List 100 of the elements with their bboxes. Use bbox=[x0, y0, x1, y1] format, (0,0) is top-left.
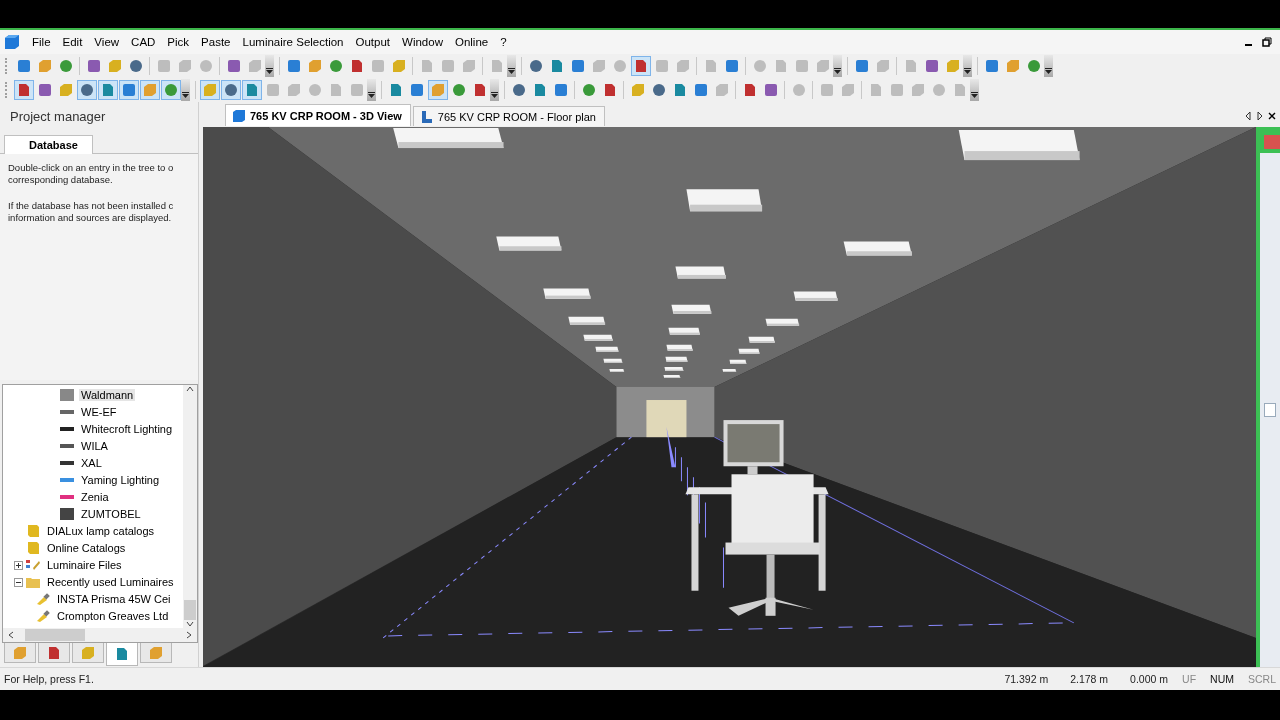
circle-icon bbox=[198, 59, 213, 73]
cube-icon bbox=[13, 645, 27, 660]
toolbar-button[interactable] bbox=[118, 80, 139, 100]
room-3d-drawing[interactable] bbox=[203, 127, 1256, 667]
menu-item[interactable]: Output bbox=[349, 34, 397, 50]
scroll-right-icon[interactable] bbox=[185, 631, 193, 640]
key-indicator: SCRL bbox=[1248, 673, 1276, 685]
caret-icon bbox=[508, 68, 515, 74]
toolbar-button[interactable] bbox=[630, 56, 651, 76]
page-icon bbox=[952, 83, 967, 97]
circle-icon bbox=[581, 83, 596, 97]
tree-item[interactable]: Zenia bbox=[79, 491, 111, 504]
toolbar-overflow-button[interactable] bbox=[507, 55, 516, 77]
menu-item[interactable]: Edit bbox=[56, 34, 89, 50]
status-text: For Help, press F1. bbox=[4, 673, 94, 685]
cube-icon bbox=[307, 59, 322, 73]
cube-icon bbox=[37, 59, 52, 73]
document-tab[interactable]: 765 KV CRP ROOM - Floor plan bbox=[412, 106, 605, 126]
menu-item[interactable]: Luminaire Selection bbox=[236, 34, 350, 50]
panel-tab[interactable] bbox=[106, 643, 138, 667]
square-icon bbox=[654, 59, 669, 73]
cube-icon bbox=[675, 59, 690, 73]
horizontal-scrollbar[interactable] bbox=[3, 628, 197, 643]
toolbar-button[interactable] bbox=[13, 80, 34, 100]
scroll-left-icon[interactable] bbox=[7, 631, 15, 640]
tree-item[interactable]: Whitecroft Lighting bbox=[79, 423, 175, 436]
toolbar-overflow-button[interactable] bbox=[1044, 55, 1053, 77]
help-text: Double-click on an entry in the tree to o bbox=[8, 161, 175, 174]
tree-item[interactable]: Waldmann bbox=[79, 389, 136, 402]
toolbar-overflow-button[interactable] bbox=[833, 55, 842, 77]
coordinate-readout: 71.392 m bbox=[1004, 673, 1049, 685]
page-icon bbox=[532, 83, 547, 97]
tree-item[interactable]: XAL bbox=[79, 457, 104, 470]
cube-icon bbox=[1005, 59, 1020, 73]
document-tab[interactable]: 765 KV CRP ROOM - 3D View bbox=[225, 104, 411, 126]
square-icon bbox=[226, 59, 241, 73]
folder-icon bbox=[25, 575, 41, 590]
toolbar-overflow-button[interactable] bbox=[265, 55, 274, 77]
tree-item[interactable]: Recently used Luminaires bbox=[45, 576, 176, 589]
tree-item[interactable]: ZUMTOBEL bbox=[79, 508, 143, 521]
square-icon bbox=[370, 59, 385, 73]
tree-item[interactable]: Online Catalogs bbox=[45, 542, 128, 555]
toolbar-button[interactable] bbox=[220, 80, 241, 100]
toolbar-overflow-button[interactable] bbox=[490, 79, 499, 101]
menu-item[interactable]: Pick bbox=[161, 34, 196, 50]
tree-item[interactable]: Yaming Lighting bbox=[79, 474, 162, 487]
caret-icon bbox=[266, 68, 273, 74]
expand-icon[interactable] bbox=[14, 560, 23, 570]
cube-icon bbox=[177, 59, 192, 73]
panel-tab[interactable]: Database bbox=[4, 134, 93, 154]
panel-tab[interactable] bbox=[38, 643, 70, 664]
menu-item[interactable]: Window bbox=[396, 34, 449, 50]
menu-item[interactable]: View bbox=[88, 34, 126, 50]
collapse-icon[interactable] bbox=[14, 577, 23, 587]
square-icon bbox=[889, 83, 904, 97]
toolbar-button[interactable] bbox=[76, 80, 97, 100]
menu-item[interactable]: File bbox=[26, 34, 57, 50]
cube-icon bbox=[232, 108, 246, 123]
tree-item[interactable]: WILA bbox=[79, 440, 110, 453]
page-icon bbox=[100, 83, 115, 97]
square-icon bbox=[763, 83, 778, 97]
menu-item[interactable]: CAD bbox=[125, 34, 162, 50]
toolbar-overflow-button[interactable] bbox=[963, 55, 972, 77]
menu-item[interactable]: Online bbox=[448, 34, 495, 50]
square-icon bbox=[794, 59, 809, 73]
toolbar-overflow-button[interactable] bbox=[367, 79, 376, 101]
restore-icon[interactable] bbox=[1262, 37, 1272, 47]
cube-icon bbox=[81, 645, 95, 660]
cube-icon bbox=[840, 83, 855, 97]
coordinate-readout: 2.178 m bbox=[1070, 673, 1109, 685]
caret-icon bbox=[491, 92, 498, 98]
caret-icon bbox=[368, 92, 375, 98]
page-icon bbox=[672, 83, 687, 97]
toolbar-overflow-button[interactable] bbox=[970, 79, 979, 101]
scroll-up-icon[interactable] bbox=[186, 384, 194, 393]
circle-icon bbox=[163, 83, 178, 97]
menu-item[interactable]: ? bbox=[494, 34, 513, 50]
scrollbar-thumb[interactable] bbox=[25, 629, 85, 642]
scroll-left-icon[interactable] bbox=[1244, 111, 1252, 121]
toolbar-button[interactable] bbox=[97, 80, 118, 100]
vertical-scrollbar[interactable] bbox=[183, 384, 197, 629]
cube-icon bbox=[910, 83, 925, 97]
scroll-down-icon[interactable] bbox=[186, 620, 194, 629]
tree-item[interactable]: Crompton Greaves Ltd bbox=[55, 610, 171, 623]
toolbar-overflow-button[interactable] bbox=[181, 79, 190, 101]
page-icon bbox=[419, 59, 434, 73]
menu-item[interactable]: Paste bbox=[195, 34, 237, 50]
tree-item[interactable]: WE-EF bbox=[79, 406, 119, 419]
spotlight-icon bbox=[35, 592, 51, 607]
circle-icon bbox=[931, 83, 946, 97]
l-shape-icon bbox=[419, 109, 434, 124]
square-icon bbox=[924, 59, 939, 73]
tree-item[interactable]: Luminaire Files bbox=[45, 559, 124, 572]
cube-icon bbox=[461, 59, 476, 73]
key-indicator: UF bbox=[1182, 673, 1197, 685]
scroll-right-icon[interactable] bbox=[1256, 111, 1264, 121]
scrollbar-thumb[interactable] bbox=[184, 600, 196, 621]
toolbar-button[interactable] bbox=[241, 80, 262, 100]
tree-item[interactable]: DIALux lamp catalogs bbox=[45, 525, 156, 538]
tree-item[interactable]: INSTA Prisma 45W Cei bbox=[55, 593, 173, 606]
